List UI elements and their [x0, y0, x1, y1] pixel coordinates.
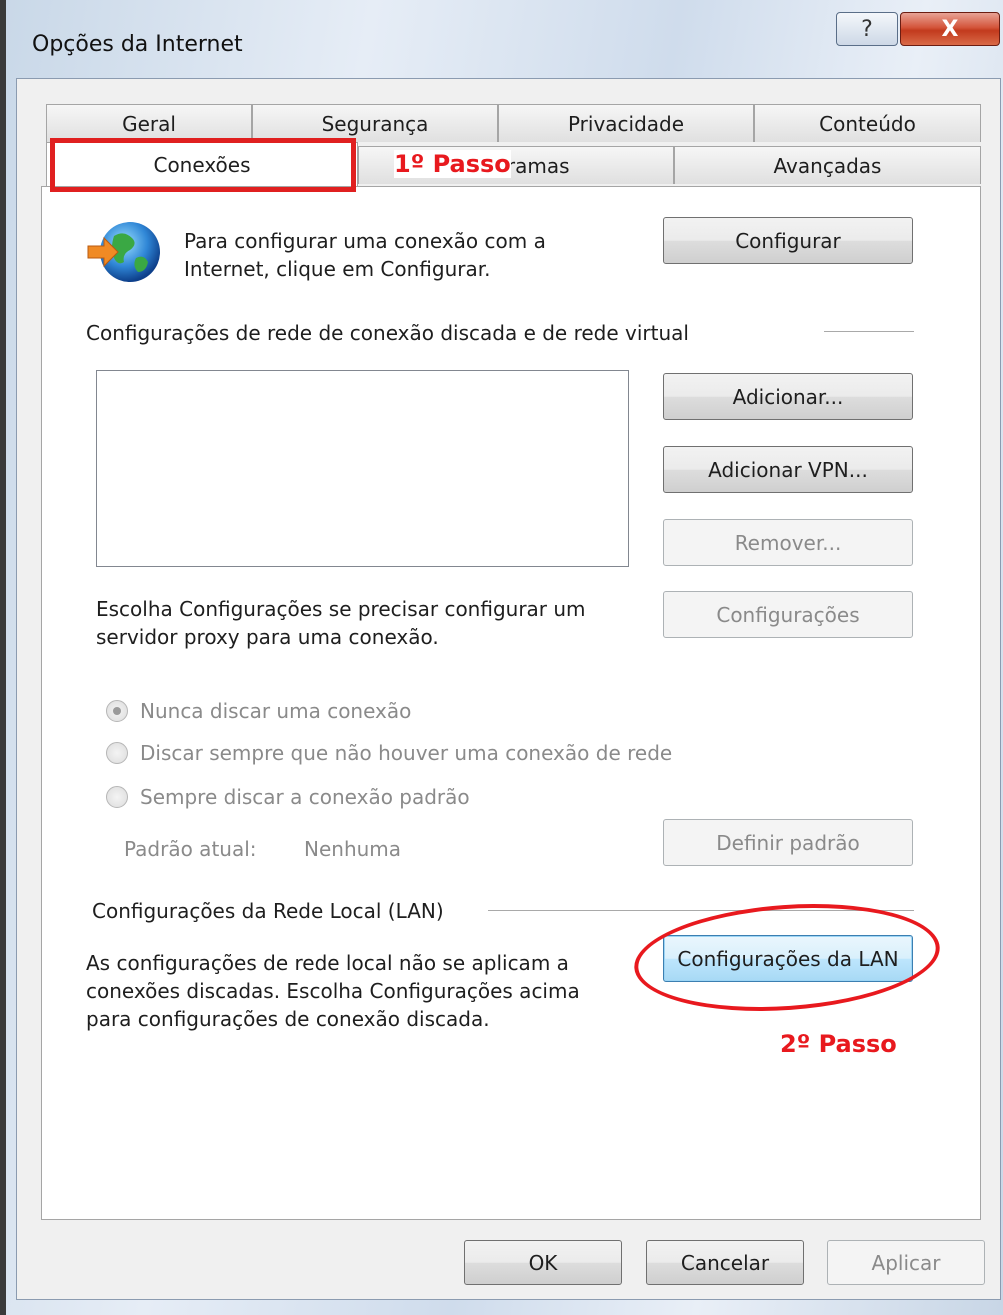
tab-geral[interactable]: Geral: [46, 104, 252, 142]
help-icon: ?: [861, 16, 873, 42]
globe-connect-icon: [84, 218, 164, 286]
close-icon: X: [941, 16, 959, 42]
current-default-value: Nenhuma: [304, 837, 402, 861]
tab-seguranca[interactable]: Segurança: [252, 104, 498, 142]
tab-label: Privacidade: [567, 111, 685, 136]
step1-highlight-box: [50, 138, 356, 192]
lan-text-line2: conexões discadas. Escolha Configurações…: [86, 979, 580, 1003]
cancel-button[interactable]: Cancelar: [646, 1240, 804, 1285]
current-default-label: Padrão atual:: [124, 837, 257, 861]
tab-conteudo[interactable]: Conteúdo: [754, 104, 981, 142]
proxy-text-line1: Escolha Configurações se precisar config…: [96, 597, 586, 621]
radio-dial-when-no-network-label[interactable]: Discar sempre que não houver uma conexão…: [140, 740, 672, 766]
tab-privacidade[interactable]: Privacidade: [498, 104, 754, 142]
title-bar[interactable]: Opções da Internet ? X: [6, 0, 1003, 78]
radio-never-dial-label[interactable]: Nunca discar uma conexão: [140, 698, 411, 724]
set-default-button[interactable]: Definir padrão: [663, 819, 913, 866]
apply-button[interactable]: Aplicar: [827, 1240, 985, 1285]
window-title: Opções da Internet: [32, 32, 243, 57]
setup-text-line1: Para configurar uma conexão com a: [184, 229, 546, 253]
dialup-separator: [824, 331, 914, 332]
proxy-text-line2: servidor proxy para uma conexão.: [96, 625, 439, 649]
configure-button[interactable]: Configurar: [663, 217, 913, 264]
lan-text-line1: As configurações de rede local não se ap…: [86, 951, 569, 975]
dialup-heading: Configurações de rede de conexão discada…: [86, 321, 689, 345]
step2-annotation: 2º Passo: [780, 1030, 897, 1058]
radio-always-dial-label[interactable]: Sempre discar a conexão padrão: [140, 784, 470, 810]
close-button[interactable]: X: [900, 12, 1000, 46]
tab-label: Geral: [122, 111, 176, 136]
radio-always-dial[interactable]: [106, 786, 128, 808]
settings-button[interactable]: Configurações: [663, 591, 913, 638]
lan-heading: Configurações da Rede Local (LAN): [92, 899, 444, 923]
help-button[interactable]: ?: [836, 12, 898, 46]
tab-label: Segurança: [321, 111, 429, 136]
tab-label: Conteúdo: [819, 111, 916, 136]
ok-button[interactable]: OK: [464, 1240, 622, 1285]
add-button[interactable]: Adicionar...: [663, 373, 913, 420]
connections-listbox[interactable]: [96, 370, 629, 567]
setup-text-line2: Internet, clique em Configurar.: [184, 257, 491, 281]
internet-options-window: Opções da Internet ? X Geral Segurança P…: [0, 0, 1003, 1315]
radio-never-dial[interactable]: [106, 700, 128, 722]
remove-button[interactable]: Remover...: [663, 519, 913, 566]
step1-annotation: 1º Passo: [394, 150, 511, 178]
add-vpn-button[interactable]: Adicionar VPN...: [663, 446, 913, 493]
tab-avancadas[interactable]: Avançadas: [674, 146, 981, 184]
radio-dial-when-no-network[interactable]: [106, 742, 128, 764]
tab-label: Avançadas: [773, 153, 882, 178]
lan-text-line3: para configurações de conexão discada.: [86, 1007, 490, 1031]
